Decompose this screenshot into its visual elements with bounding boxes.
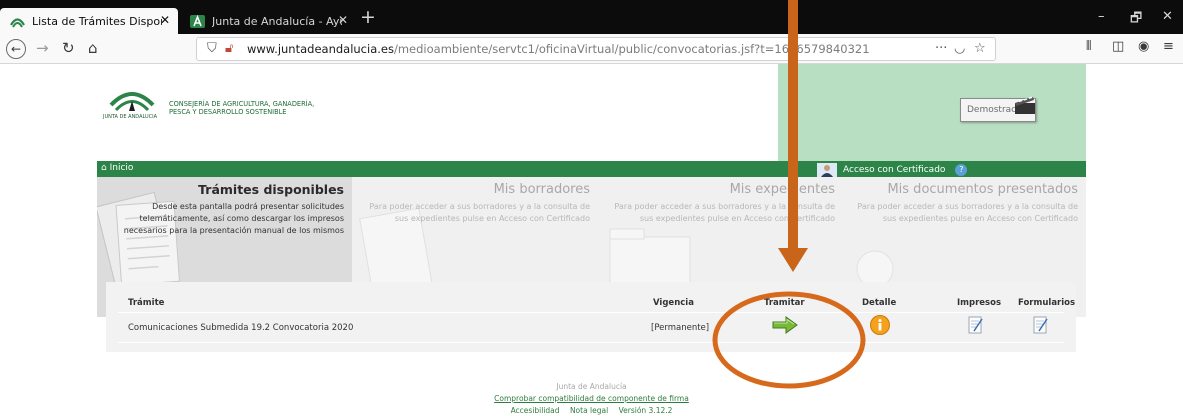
row-tramite-name: Comunicaciones Submedida 19.2 Convocator… <box>128 323 354 333</box>
insecure-lock-icon[interactable]: 🔓︎ <box>225 41 233 56</box>
panel-title: Mis borradores <box>493 182 590 197</box>
row-vigencia: [Permanente] <box>651 323 710 333</box>
clapperboard-icon <box>1015 96 1035 114</box>
library-icon[interactable]: ⫴ <box>1086 39 1091 54</box>
detail-info-icon[interactable] <box>870 315 890 335</box>
certificate-access-label: Acceso con Certificado <box>843 165 946 175</box>
panel-description: Para poder acceder a sus borradores y a … <box>857 202 1078 223</box>
panel-description: Para poder acceder a sus borradores y a … <box>369 202 590 223</box>
panel-title: Trámites disponibles <box>198 182 344 197</box>
home-link-label: Inicio <box>109 163 134 173</box>
home-button[interactable]: ⌂ <box>88 39 98 57</box>
col-header-tramitar: Tramitar <box>764 298 805 308</box>
user-certificate-icon <box>817 163 837 177</box>
sidebar-icon[interactable]: ◫ <box>1112 39 1124 54</box>
table-divider <box>118 342 1064 343</box>
tramitar-arrow-icon[interactable] <box>772 316 798 334</box>
junta-logo-icon[interactable] <box>107 79 157 115</box>
close-window-button[interactable]: ✕ <box>1162 9 1173 24</box>
page-actions-icon[interactable]: ··· <box>935 41 947 56</box>
site-header: JUNTA DE ANDALUCIA CONSEJERÍA DE AGRICUL… <box>97 64 778 161</box>
url-text[interactable]: www.juntadeandalucia.es/medioambiente/se… <box>247 42 870 56</box>
url-bar[interactable]: ⛉ 🔓︎ www.juntadeandalucia.es/medioambien… <box>196 37 996 61</box>
tab-junta-ayudas[interactable]: Junta de Andalucía - Ayudas p ✕ <box>180 8 356 34</box>
back-button[interactable]: ← <box>6 39 26 59</box>
footer-links: Accesibilidad Nota legal Versión 3.12.2 <box>0 406 1183 415</box>
reload-button[interactable]: ↻ <box>62 39 75 57</box>
browser-nav-bar: ← → ↻ ⌂ ⛉ 🔓︎ www.juntadeandalucia.es/med… <box>0 34 1183 64</box>
consejeria-line: PESCA Y DESARROLLO SOSTENIBLE <box>169 108 287 116</box>
logo-caption: JUNTA DE ANDALUCIA <box>103 114 158 120</box>
junta-favicon-icon <box>10 17 25 28</box>
minimize-window-button[interactable]: – <box>1098 9 1105 24</box>
tab-title: Lista de Trámites Disponibles <box>32 14 162 28</box>
header-green-area: Demostración <box>778 64 1086 161</box>
nota-legal-link[interactable]: Nota legal <box>570 406 608 415</box>
formularios-document-icon[interactable] <box>1033 316 1049 334</box>
close-tab-icon[interactable]: ✕ <box>338 13 348 27</box>
accesibilidad-link[interactable]: Accesibilidad <box>511 406 560 415</box>
close-tab-icon[interactable]: ✕ <box>160 13 170 27</box>
forward-button[interactable]: → <box>36 39 49 57</box>
page-content: JUNTA DE ANDALUCIA CONSEJERÍA DE AGRICUL… <box>0 64 1183 416</box>
col-header-formularios: Formularios <box>1018 298 1076 308</box>
url-host: www.juntadeandalucia.es <box>247 42 394 56</box>
col-header-vigencia: Vigencia <box>653 298 694 308</box>
footer-org: Junta de Andalucía <box>556 382 627 391</box>
browser-tab-strip: Lista de Trámites Disponibles ✕ Junta de… <box>0 0 1183 34</box>
table-divider <box>118 312 1064 313</box>
home-link[interactable]: ⌂ Inicio <box>101 163 133 173</box>
top-nav-bar: ⌂ Inicio Acceso con Certificado ? <box>97 161 1086 177</box>
signature-compat-link[interactable]: Comprobar compatibilidad de componente d… <box>0 394 1183 403</box>
tab-lista-tramites[interactable]: Lista de Trámites Disponibles ✕ <box>0 8 178 34</box>
consejeria-line: CONSEJERÍA DE AGRICULTURA, GANADERÍA, <box>169 100 315 108</box>
consejeria-name: CONSEJERÍA DE AGRICULTURA, GANADERÍA, PE… <box>169 100 369 116</box>
menu-icon[interactable]: ≡ <box>1163 39 1174 54</box>
certificate-access-link[interactable]: Acceso con Certificado ? <box>817 163 968 177</box>
new-tab-button[interactable]: + <box>360 6 376 28</box>
account-icon[interactable]: ◉ <box>1138 39 1149 54</box>
col-header-detalle: Detalle <box>862 298 897 308</box>
col-header-impresos: Impresos <box>957 298 1002 308</box>
panel-description: Desde esta pantalla podrá presentar soli… <box>123 202 344 235</box>
page-footer: Junta de Andalucía Comprobar compatibili… <box>0 382 1183 415</box>
pocket-icon[interactable]: ◡ <box>954 41 965 56</box>
house-icon: ⌂ <box>101 163 107 173</box>
url-path: /medioambiente/servtc1/oficinaVirtual/pu… <box>393 42 870 56</box>
tracking-shield-icon[interactable]: ⛉ <box>207 41 217 56</box>
panel-title: Mis documentos presentados <box>887 182 1078 197</box>
version-label: Versión 3.12.2 <box>618 406 673 415</box>
panel-description: Para poder acceder a sus borradores y a … <box>614 202 835 223</box>
tramites-table: Trámite Vigencia Tramitar Detalle Impres… <box>106 282 1076 352</box>
help-icon[interactable]: ? <box>955 164 968 176</box>
tab-title: Junta de Andalucía - Ayudas p <box>212 14 342 28</box>
impresos-document-icon[interactable] <box>968 316 984 334</box>
bookmark-star-icon[interactable]: ☆ <box>974 41 986 56</box>
restore-window-button[interactable]: 🗗 <box>1130 9 1142 31</box>
col-header-tramite: Trámite <box>128 298 165 308</box>
panel-title: Mis expedientes <box>729 182 835 197</box>
junta-a-favicon-icon <box>190 14 205 28</box>
